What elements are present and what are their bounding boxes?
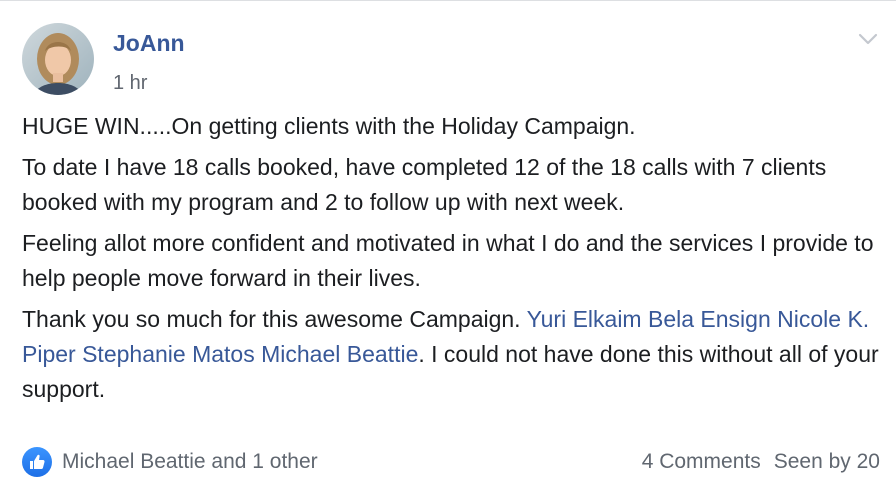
avatar[interactable] [22,23,94,95]
like-icon[interactable] [22,447,52,477]
seen-by-count[interactable]: Seen by 20 [774,450,880,474]
author-name[interactable]: JoAnn [113,29,185,57]
post-footer: Michael Beattie and 1 other 4 Comments S… [22,444,880,480]
chevron-down-icon[interactable] [856,29,880,49]
mention-link[interactable]: Stephanie Matos [82,341,255,367]
mention-link[interactable]: Michael Beattie [261,341,418,367]
post-paragraph: Thank you so much for this awesome Campa… [22,302,882,407]
thanks-text: Thank you so much for this awesome Campa… [22,306,521,332]
post-content: HUGE WIN.....On getting clients with the… [22,109,882,413]
post-paragraph: To date I have 18 calls booked, have com… [22,154,827,215]
post-card: JoAnn 1 hr HUGE WIN.....On getting clien… [0,0,896,494]
post-paragraph: HUGE WIN.....On getting clients with the… [22,113,636,139]
reactions-summary[interactable]: Michael Beattie and 1 other [62,450,318,474]
post-header: JoAnn 1 hr [22,23,185,95]
mention-link[interactable]: Yuri Elkaim [527,306,642,332]
mention-link[interactable]: Bela Ensign [648,306,771,332]
avatar-image [22,23,94,95]
post-meta: JoAnn 1 hr [113,29,185,95]
post-paragraph: Feeling allot more confident and motivat… [22,230,874,291]
post-timestamp[interactable]: 1 hr [113,71,185,95]
comments-count[interactable]: 4 Comments [642,450,761,474]
